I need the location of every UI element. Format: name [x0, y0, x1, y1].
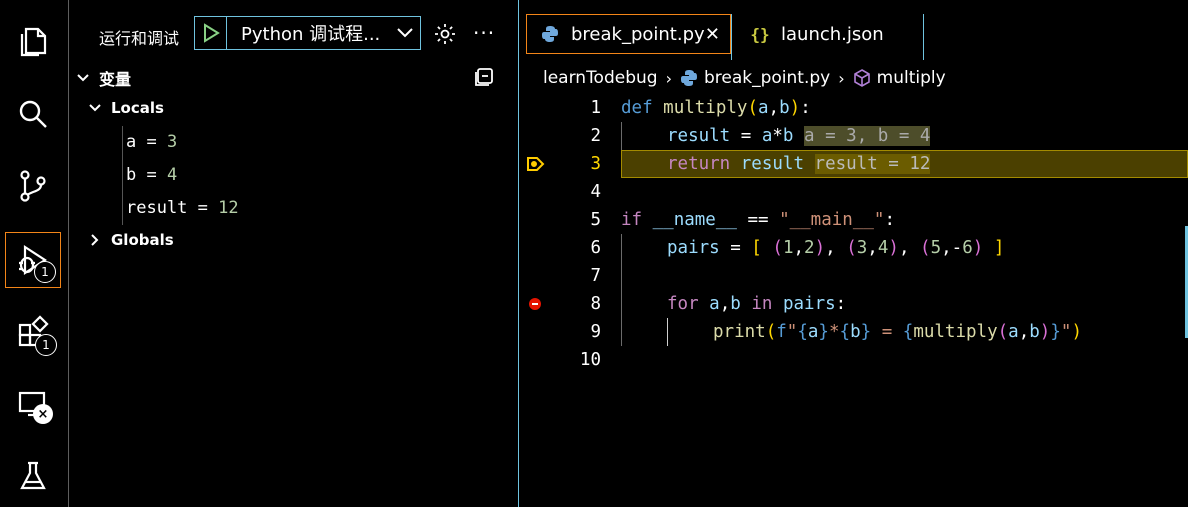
line-number[interactable]: 10 [549, 346, 601, 374]
tab-label: launch.json [781, 23, 884, 45]
tab-launch-json[interactable]: {} launch.json [737, 14, 923, 54]
line-number[interactable]: 3 [549, 150, 601, 178]
code-line: 1 def multiply(a,b): [519, 94, 1188, 122]
locals-scope[interactable]: Locals [89, 99, 164, 117]
debug-badge: 1 [34, 261, 56, 283]
locals-label: Locals [111, 99, 164, 117]
line-number[interactable]: 8 [549, 290, 601, 318]
chevron-right-icon: › [665, 68, 672, 88]
code-line: 8 for a,b in pairs: [519, 290, 1188, 318]
globals-label: Globals [111, 231, 174, 249]
line-number[interactable]: 7 [549, 262, 601, 290]
search-icon [19, 100, 47, 128]
inline-value: a = 3, b = 4 [804, 126, 931, 146]
code-line: 9 print(f"{a}*{b} = {multiply(a,b)}") [519, 318, 1188, 346]
code-editor[interactable]: 1 def multiply(a,b): 2 result = a*b a = … [519, 94, 1188, 507]
tab-break-point[interactable]: break_point.py ✕ [526, 14, 731, 54]
chevron-down-icon [77, 74, 89, 82]
debug-sidebar: 运行和调试 Python 调试程... ··· 变量 Locals a = 3 … [69, 0, 519, 507]
sidebar-header: 运行和调试 Python 调试程... ··· [69, 0, 518, 60]
breadcrumb-symbol[interactable]: multiply [877, 68, 946, 88]
code-line-current: 3 return result result = 12 [519, 150, 1188, 178]
json-icon: {} [750, 24, 770, 44]
line-number[interactable]: 6 [549, 234, 601, 262]
python-icon [680, 69, 698, 87]
chevron-right-icon: › [838, 68, 845, 88]
start-debugging-button[interactable] [195, 17, 227, 49]
explorer-button[interactable] [5, 14, 61, 70]
flask-icon [20, 461, 46, 490]
code-line: 7 [519, 262, 1188, 290]
tab-label: break_point.py [571, 23, 705, 45]
breadcrumb-folder[interactable]: learnTodebug [543, 68, 658, 88]
code-line: 5 if __name__ == "__main__": [519, 206, 1188, 234]
source-control-icon [20, 170, 46, 202]
line-number[interactable]: 5 [549, 206, 601, 234]
line-number[interactable]: 2 [549, 122, 601, 150]
code-line: 4 [519, 178, 1188, 206]
variable-row[interactable]: b = 4 [126, 165, 177, 185]
breadcrumb-file[interactable]: break_point.py [704, 68, 830, 88]
config-label: Python 调试程... [241, 24, 381, 45]
extensions-badge: 1 [35, 334, 57, 356]
gear-icon[interactable] [433, 22, 457, 46]
play-icon [203, 23, 220, 43]
remote-close-icon: × [33, 404, 53, 424]
extensions-button[interactable]: 1 [5, 304, 61, 360]
line-number[interactable]: 9 [549, 318, 601, 346]
remote-explorer-button[interactable]: × [5, 376, 61, 432]
editor-tab-bar: break_point.py ✕ {} launch.json [519, 0, 1188, 60]
chevron-right-icon [91, 234, 99, 246]
run-debug-button[interactable]: 1 [5, 232, 61, 288]
variables-title: 变量 [99, 70, 132, 89]
tab-separator [731, 14, 732, 60]
testing-button[interactable] [5, 448, 61, 504]
code-line: 6 pairs = [ (1,2), (3,4), (5,-6) ] [519, 234, 1188, 262]
activity-bar: 1 1 × [0, 0, 69, 507]
chevron-down-icon [390, 28, 420, 38]
code-line: 10 [519, 346, 1188, 374]
code-line: 2 result = a*b a = 3, b = 4 [519, 122, 1188, 150]
python-icon [541, 25, 559, 43]
breakpoint-current-icon[interactable] [525, 154, 545, 174]
breakpoint-icon[interactable] [529, 298, 541, 310]
sidebar-title: 运行和调试 [99, 29, 180, 48]
breadcrumb: learnTodebug › break_point.py › multiply [543, 66, 946, 90]
files-icon [20, 27, 47, 57]
line-number[interactable]: 4 [549, 178, 601, 206]
line-number[interactable]: 1 [549, 94, 601, 122]
globals-scope[interactable]: Globals [89, 231, 174, 249]
tree-indent-guide [122, 126, 123, 225]
variable-row[interactable]: a = 3 [126, 132, 177, 152]
more-actions-icon[interactable]: ··· [473, 22, 495, 44]
inline-value: result = 12 [814, 154, 931, 174]
search-button[interactable] [5, 86, 61, 142]
collapse-all-icon[interactable] [473, 66, 495, 88]
chevron-down-icon [89, 104, 101, 112]
source-control-button[interactable] [5, 158, 61, 214]
variable-row[interactable]: result = 12 [126, 198, 239, 218]
method-cube-icon [853, 69, 871, 87]
close-icon[interactable]: ✕ [705, 24, 720, 45]
launch-config-select[interactable]: Python 调试程... [194, 16, 421, 50]
variables-section-header[interactable]: 变量 [77, 66, 131, 90]
tab-separator [923, 14, 924, 60]
